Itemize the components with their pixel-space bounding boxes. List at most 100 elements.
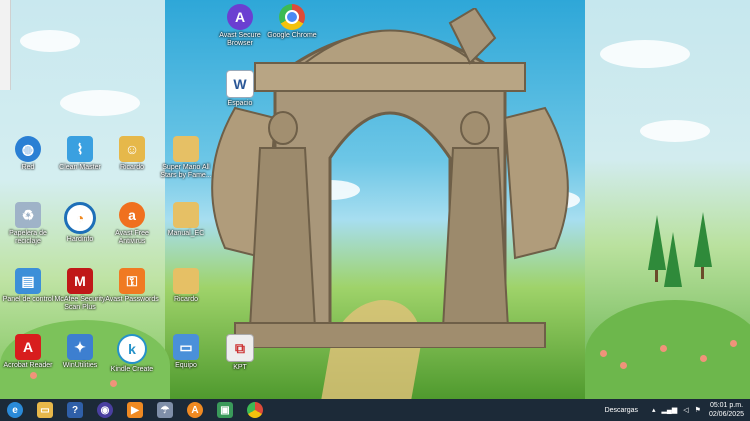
- avast-passwords-icon: ⚿: [119, 268, 145, 294]
- desktop-icon-label: Hardinfo: [66, 236, 94, 243]
- desktop-icon-avast-secure-browser[interactable]: A Avast Secure Browser: [212, 4, 268, 48]
- desktop-icon-avast-free-antivirus[interactable]: a Avast Free Antivirus: [104, 202, 160, 246]
- pdf-file-icon: ⧉: [226, 334, 254, 362]
- desktop-icon-equipo[interactable]: ▭ Equipo: [158, 334, 214, 370]
- taskbar-app[interactable]: ◉: [90, 399, 120, 421]
- tree-trunk: [701, 267, 704, 279]
- desktop-icon-label: KPT: [233, 364, 247, 371]
- taskbar-app[interactable]: ▣: [210, 399, 240, 421]
- weather-app-icon: ☂: [157, 402, 173, 418]
- media-player-icon: ▶: [127, 402, 143, 418]
- desktop-icon-google-chrome[interactable]: Google Chrome: [264, 4, 320, 40]
- desktop-icon-label: McAfee Security Scan Plus: [54, 296, 106, 311]
- desktop-icon-label: Papelera de reciclaje: [9, 230, 47, 245]
- flower: [30, 372, 37, 379]
- desktop-icon-label: Equipo: [175, 362, 197, 369]
- cloud: [640, 120, 710, 142]
- taskbar-app[interactable]: A: [180, 399, 210, 421]
- avast-browser-icon: A: [227, 4, 253, 30]
- word-doc-icon: W: [226, 70, 254, 98]
- desktop-icon-ricardo-user[interactable]: ☺ Ricardo: [104, 136, 160, 172]
- desktop-icon-label: Ricardo: [173, 296, 199, 303]
- desktop-icon-hardinfo[interactable]: ◔ Hardinfo: [52, 202, 108, 244]
- expand-tray-icon[interactable]: ▴: [652, 406, 656, 414]
- desktop-icon-kindle-create[interactable]: k Kindle Create: [104, 334, 160, 374]
- flag-icon[interactable]: ⚑: [695, 406, 701, 414]
- flower: [700, 355, 707, 362]
- folder-icon: [173, 268, 199, 294]
- start-button[interactable]: e: [0, 399, 30, 421]
- user-folder-icon: ☺: [119, 136, 145, 162]
- broom-icon: ⌇: [67, 136, 93, 162]
- descargas-toolbar[interactable]: Descargas: [605, 407, 638, 414]
- tree: [664, 232, 682, 287]
- desktop-icon-label: Ricardo: [119, 164, 145, 171]
- flower: [730, 340, 737, 347]
- cloud: [20, 30, 80, 52]
- desktop-icon-label: WinUtilities: [62, 362, 98, 369]
- desktop-icon-label: Avast Free Antivirus: [115, 230, 149, 245]
- desktop-icon-super-mario[interactable]: Super Mario All Stars by Fame...: [158, 136, 214, 180]
- desktop-icon-mcafee[interactable]: M McAfee Security Scan Plus: [52, 268, 108, 312]
- desktop-icon-avast-passwords[interactable]: ⚿ Avast Passwords: [104, 268, 160, 304]
- clock-date: 02/06/2025: [708, 411, 744, 418]
- avast-icon: a: [119, 202, 145, 228]
- desktop-icon-kpt[interactable]: ⧉ KPT: [212, 334, 268, 372]
- mcafee-icon: M: [67, 268, 93, 294]
- taskbar-app[interactable]: [240, 399, 270, 421]
- desktop-icon-label: Clean Master: [59, 164, 101, 171]
- cloud: [60, 90, 140, 116]
- desktop-icon-label: Espacio: [227, 100, 253, 107]
- window-edge-strip: [0, 0, 11, 90]
- desktop-icon-label: Panel de control: [2, 296, 54, 303]
- recycle-bin-icon: ♻: [15, 202, 41, 228]
- window-icon: ▣: [217, 402, 233, 418]
- control-panel-icon: ▤: [15, 268, 41, 294]
- desktop-icon-manual-ec[interactable]: Manual_EC: [158, 202, 214, 238]
- tree: [694, 212, 712, 267]
- taskbar-app[interactable]: ☂: [150, 399, 180, 421]
- desktop-icon-label: Manual_EC: [167, 230, 205, 237]
- computer-icon: ▭: [173, 334, 199, 360]
- desktop-icon-red[interactable]: ◍ Red: [0, 136, 56, 172]
- desktop-icon-label: Kindle Create: [110, 366, 154, 373]
- cloud: [600, 40, 690, 68]
- chrome-icon: [247, 402, 263, 418]
- desktop-icon-label: Red: [21, 164, 35, 171]
- kindle-icon: k: [117, 334, 147, 364]
- taskbar-app[interactable]: ▭: [30, 399, 60, 421]
- network-icon: ◍: [15, 136, 41, 162]
- firefox-icon: ◉: [97, 402, 113, 418]
- desktop-icon-papelera[interactable]: ♻ Papelera de reciclaje: [0, 202, 56, 246]
- stone-arch-with-angels: [211, 8, 569, 348]
- desktop: A Avast Secure Browser Google Chrome W E…: [0, 0, 750, 399]
- desktop-icon-label: Avast Secure Browser: [219, 32, 261, 47]
- desktop-icon-panel-de-control[interactable]: ▤ Panel de control: [0, 268, 56, 304]
- taskbar-app[interactable]: ?: [60, 399, 90, 421]
- signal-icon[interactable]: ▂▄▆: [662, 406, 678, 414]
- desktop-icon-acrobat-reader[interactable]: A Acrobat Reader: [0, 334, 56, 370]
- flower: [600, 350, 607, 357]
- desktop-icon-clean-master[interactable]: ⌇ Clean Master: [52, 136, 108, 172]
- desktop-icon-label: Acrobat Reader: [3, 362, 53, 369]
- tree-trunk: [655, 270, 658, 282]
- folder-icon: [173, 136, 199, 162]
- internet-explorer-icon: e: [7, 402, 23, 418]
- desktop-icon-ricardo-folder[interactable]: Ricardo: [158, 268, 214, 304]
- flower: [620, 362, 627, 369]
- system-tray: Descargas ▴ ▂▄▆ ◁ ⚑ 05:01 p.m. 02/06/202…: [605, 399, 750, 421]
- volume-icon[interactable]: ◁: [683, 406, 688, 414]
- folder-icon: [173, 202, 199, 228]
- hardinfo-icon: ◔: [64, 202, 96, 234]
- flower: [660, 345, 667, 352]
- desktop-icon-label: Avast Passwords: [105, 296, 159, 303]
- desktop-icon-label: Google Chrome: [267, 32, 317, 39]
- clock-time: 05:01 p.m.: [709, 402, 744, 409]
- taskbar-app[interactable]: ▶: [120, 399, 150, 421]
- clock[interactable]: 05:01 p.m. 02/06/2025: [709, 401, 744, 419]
- desktop-icon-espacio[interactable]: W Espacio: [212, 70, 268, 108]
- desktop-icon-winutilities[interactable]: ✦ WinUtilities: [52, 334, 108, 370]
- file-explorer-icon: ▭: [37, 402, 53, 418]
- help-icon: ?: [67, 402, 83, 418]
- flower: [110, 380, 117, 387]
